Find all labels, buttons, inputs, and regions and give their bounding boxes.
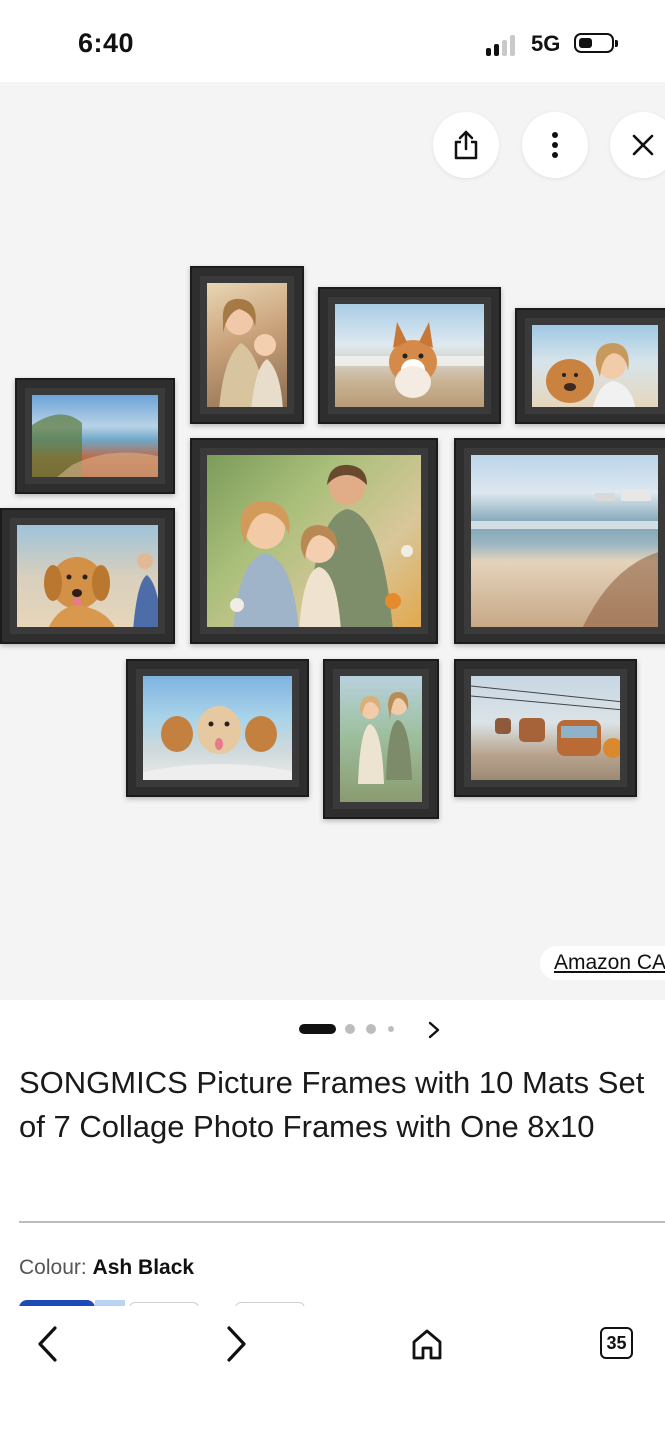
product-image-gallery[interactable]: Amazon CA	[0, 82, 665, 1000]
photo-frame	[190, 438, 438, 644]
signal-icon	[486, 34, 520, 56]
close-icon	[632, 134, 654, 156]
share-icon	[454, 130, 478, 160]
pager-dot[interactable]	[345, 1024, 355, 1034]
photo-frame	[323, 659, 439, 819]
pager-dot-active[interactable]	[299, 1024, 336, 1034]
chevron-right-icon[interactable]	[427, 1020, 441, 1040]
home-icon	[412, 1329, 442, 1360]
battery-icon	[574, 33, 618, 53]
product-title: SONGMICS Picture Frames with 10 Mats Set…	[19, 1065, 645, 1144]
photo-frame	[0, 508, 175, 644]
chevron-right-icon	[227, 1326, 246, 1362]
home-button[interactable]	[397, 1314, 457, 1374]
photo-frame	[318, 287, 501, 424]
photo-frame	[15, 378, 175, 494]
chevron-left-icon	[38, 1326, 57, 1362]
forward-button[interactable]	[206, 1314, 266, 1374]
photo-frame	[454, 659, 637, 797]
more-options-button[interactable]	[522, 112, 588, 178]
pager-dot[interactable]	[388, 1026, 394, 1032]
tabs-button[interactable]: 35	[600, 1327, 633, 1359]
network-type: 5G	[531, 31, 561, 56]
photo-frame	[454, 438, 665, 644]
photo-frame	[126, 659, 309, 797]
colour-value: Ash Black	[92, 1256, 195, 1279]
share-button[interactable]	[433, 112, 499, 178]
photo-frame	[515, 308, 665, 424]
image-source-link[interactable]: Amazon CA	[540, 946, 665, 980]
colour-label: Colour:	[19, 1256, 87, 1279]
status-bar: 6:40 5G	[0, 0, 665, 82]
browser-bottom-toolbar	[0, 1306, 665, 1440]
close-button[interactable]	[610, 112, 665, 178]
status-time: 6:40	[78, 28, 135, 58]
more-vertical-icon	[552, 132, 558, 158]
photo-frame	[190, 266, 304, 424]
pager-dot[interactable]	[366, 1024, 376, 1034]
image-pager	[0, 1018, 665, 1040]
back-button[interactable]	[18, 1314, 78, 1374]
colour-selector-label: Colour: Ash Black	[19, 1256, 194, 1280]
divider	[19, 1221, 665, 1223]
